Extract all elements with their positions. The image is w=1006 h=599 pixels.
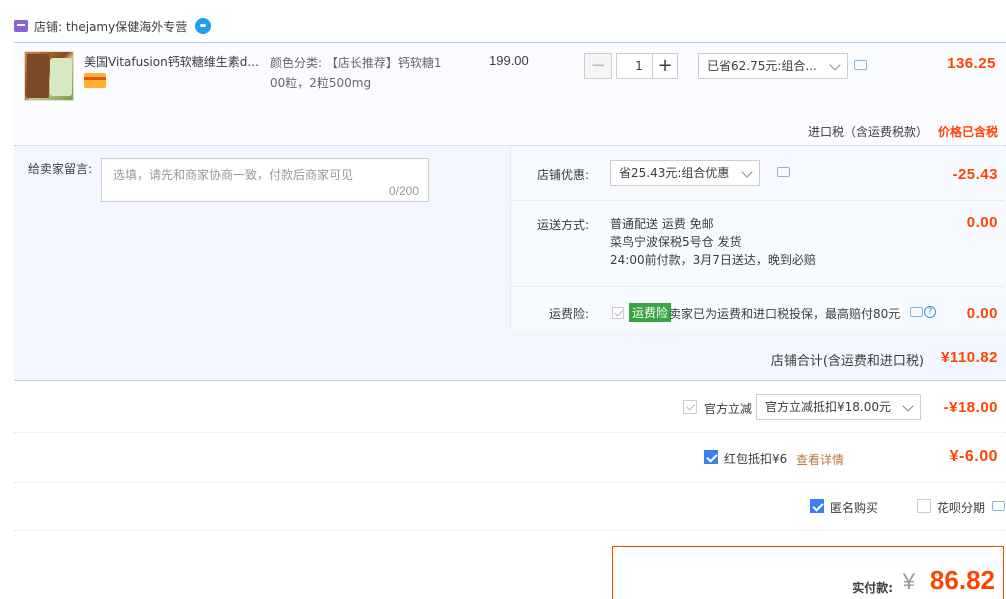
item-row: 美国Vitafusion钙软糖维生素d... 颜色分类: 【店长推荐】钙软糖1 … <box>14 42 1006 145</box>
product-sku: 颜色分类: 【店长推荐】钙软糖1 00粒，2粒500mg <box>270 53 460 93</box>
payment-currency: ¥ <box>902 569 915 594</box>
product-thumbnail[interactable] <box>24 51 74 101</box>
red-packet-details-link[interactable]: 查看详情 <box>796 451 844 468</box>
product-title[interactable]: 美国Vitafusion钙软糖维生素d... <box>84 53 264 70</box>
item-promo-value: 已省62.75元:组合... <box>707 59 817 73</box>
shipping-amount: 0.00 <box>966 214 998 231</box>
red-packet-label: 红包抵扣¥6 <box>724 452 788 466</box>
huabei-label: 花呗分期 <box>937 501 986 515</box>
help-icon[interactable]: ? <box>924 306 936 318</box>
red-packet-checkbox[interactable] <box>704 450 718 464</box>
sku-line-2: 00粒，2粒500mg <box>270 76 372 90</box>
red-packet-amount: ¥-6.00 <box>949 448 998 465</box>
anonymous-checkbox[interactable] <box>810 499 824 513</box>
divider <box>14 530 1006 531</box>
comment-icon[interactable] <box>777 167 790 177</box>
store-total-amount: ¥110.82 <box>941 349 998 366</box>
comment-icon[interactable] <box>992 501 1005 511</box>
divider <box>511 200 1006 201</box>
official-discount-checkbox[interactable] <box>683 400 697 414</box>
chevron-down-icon <box>741 166 753 178</box>
huabei-checkbox[interactable] <box>917 499 931 513</box>
store-coupon-value: 省25.43元:组合优惠 <box>619 166 730 180</box>
comment-icon[interactable] <box>854 60 867 70</box>
product-box-image <box>27 54 49 98</box>
item-total: 136.25 <box>947 55 996 72</box>
quantity-increase-button[interactable]: + <box>652 53 678 79</box>
quantity-decrease-button[interactable]: − <box>584 53 612 79</box>
divider <box>511 286 1006 287</box>
official-discount-label: 官方立减 <box>704 402 753 416</box>
divider <box>14 482 1006 483</box>
import-tax-label: 进口税（含运费税款） <box>808 125 929 139</box>
anonymous-label: 匿名购买 <box>830 501 879 515</box>
store-header: 店铺: thejamy保健海外专营 <box>14 16 212 36</box>
chat-icon[interactable] <box>195 18 212 34</box>
order-detail-panel: 给卖家留言: 选填，请先和商家协商一致，付款后商家可见 0/200 店铺优惠: … <box>14 145 1006 381</box>
store-icon <box>14 20 28 32</box>
payment-amount: 86.82 <box>929 565 995 595</box>
item-promo-select[interactable]: 已省62.75元:组合... <box>698 53 848 79</box>
message-label: 给卖家留言: <box>28 162 93 176</box>
store-total-label: 店铺合计(含运费和进口税) <box>770 354 924 369</box>
message-placeholder: 选填，请先和商家协商一致，付款后商家可见 <box>113 168 354 182</box>
insurance-checkbox[interactable] <box>612 307 624 319</box>
insurance-amount: 0.00 <box>966 305 998 322</box>
divider <box>14 432 1006 433</box>
payment-summary: 实付款: ¥ 86.82 <box>612 546 1004 599</box>
unit-price: 199.00 <box>489 53 529 68</box>
store-coupon-select[interactable]: 省25.43元:组合优惠 <box>610 160 760 186</box>
credit-card-icon <box>84 73 106 88</box>
shipping-details: 普通配送 运费 免邮 菜鸟宁波保税5号仓 发货 24:00前付款，3月7日送达，… <box>610 215 816 269</box>
sku-line-1: 颜色分类: 【店长推荐】钙软糖1 <box>270 56 442 70</box>
store-coupon-amount: -25.43 <box>952 166 998 183</box>
official-discount-amount: -¥18.00 <box>943 399 998 416</box>
shipping-line-1: 普通配送 运费 免邮 <box>610 217 714 231</box>
store-prefix: 店铺: <box>34 19 63 34</box>
store-coupon-label: 店铺优惠: <box>536 168 589 182</box>
chevron-down-icon <box>902 400 914 412</box>
discount-column: 店铺优惠: 省25.43元:组合优惠 -25.43 运送方式: 普通配送 运费 … <box>510 146 1006 331</box>
insurance-label: 运费险: <box>548 307 589 321</box>
shipping-line-2: 菜鸟宁波保税5号仓 发货 <box>610 235 742 249</box>
product-bottle-image <box>50 58 72 96</box>
seller-message-input[interactable]: 选填，请先和商家协商一致，付款后商家可见 0/200 <box>101 158 429 202</box>
insurance-badge: 运费险 <box>629 303 672 322</box>
official-discount-value: 官方立减抵扣¥18.00元 <box>765 400 891 414</box>
message-counter: 0/200 <box>388 184 419 198</box>
import-tax-status: 价格已含税 <box>938 125 999 139</box>
payment-label: 实付款: <box>852 581 893 595</box>
official-discount-select[interactable]: 官方立减抵扣¥18.00元 <box>756 394 921 420</box>
shipping-label: 运送方式: <box>536 218 589 232</box>
comment-icon[interactable] <box>910 307 923 317</box>
store-name[interactable]: thejamy保健海外专营 <box>66 18 187 35</box>
chevron-down-icon <box>829 59 841 71</box>
insurance-text: 卖家已为运费和进口税投保，最高赔付80元 <box>669 307 901 321</box>
shipping-line-3: 24:00前付款，3月7日送达，晚到必赔 <box>610 253 816 267</box>
